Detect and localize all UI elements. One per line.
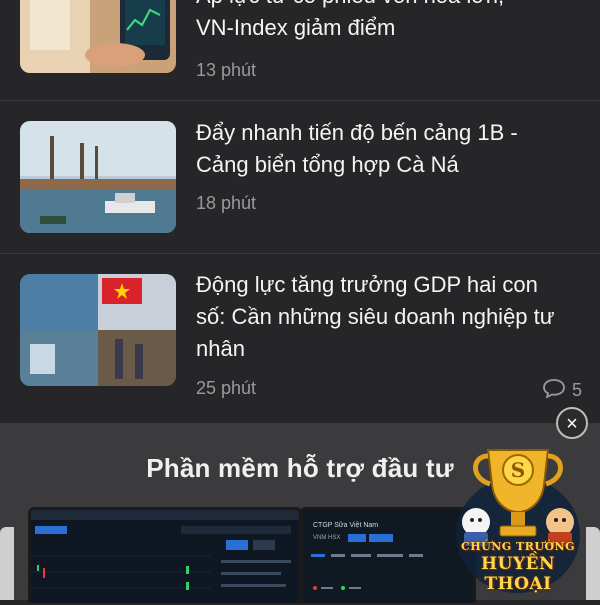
- comment-bubble-icon: [542, 378, 566, 403]
- news-item-3[interactable]: Động lực tăng trưởng GDP hai con số: Cần…: [0, 254, 600, 422]
- svg-text:S: S: [511, 458, 525, 482]
- carousel-prev-card[interactable]: [0, 527, 14, 600]
- software-screenshot-left[interactable]: [28, 507, 302, 603]
- article-thumbnail[interactable]: [20, 121, 176, 233]
- article-time: 25 phút: [196, 378, 257, 398]
- article-time: 13 phút: [196, 60, 257, 80]
- news-item-2[interactable]: Đẩy nhanh tiến độ bến cảng 1B - Cảng biể…: [0, 100, 600, 254]
- close-icon[interactable]: ×: [556, 407, 588, 439]
- carousel-next-card[interactable]: [586, 527, 600, 600]
- news-item-1[interactable]: Áp lực từ cổ phiếu vốn hóa lớn, VN-Index…: [0, 0, 600, 101]
- brand-logo-text: CHỨNG TRƯỜNG HUYỀN THOẠI: [461, 540, 575, 594]
- article-thumbnail[interactable]: [20, 274, 176, 386]
- article-title[interactable]: Đẩy nhanh tiến độ bến cảng 1B - Cảng biể…: [196, 117, 576, 181]
- article-title[interactable]: Áp lực từ cổ phiếu vốn hóa lớn, VN-Index…: [196, 0, 576, 44]
- comment-count[interactable]: 5: [542, 378, 582, 403]
- article-thumbnail[interactable]: [20, 0, 176, 73]
- article-title[interactable]: Động lực tăng trưởng GDP hai con số: Cần…: [196, 269, 576, 365]
- article-time: 18 phút: [196, 193, 257, 213]
